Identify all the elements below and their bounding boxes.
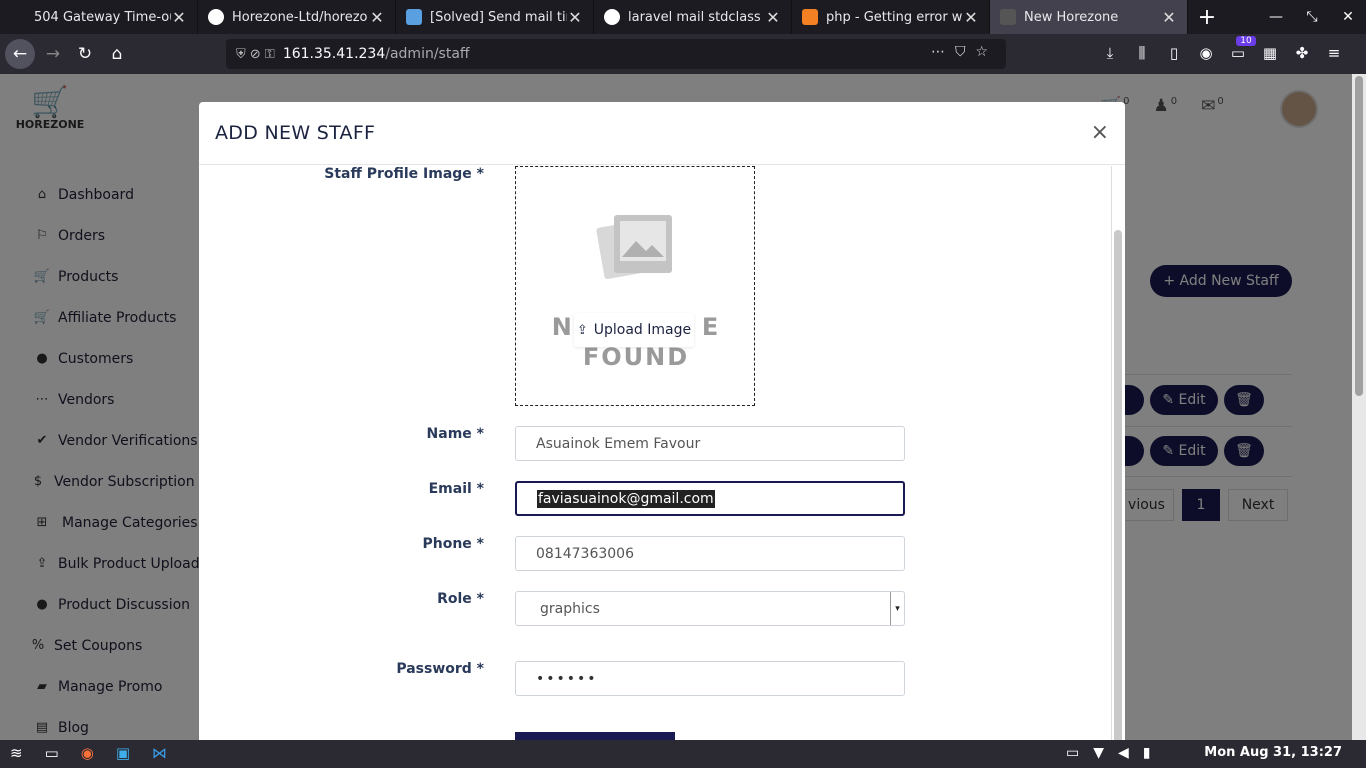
phone-value: 08147363006 <box>536 545 634 562</box>
browser-tab[interactable]: 504 Gateway Time-out ✕ <box>0 0 198 34</box>
taskbar-apps: ≋ ▭ ◉ ▣ ⋈ <box>10 744 167 762</box>
add-staff-modal: ADD NEW STAFF × Staff Profile Image * N E… <box>199 102 1125 740</box>
clock[interactable]: Mon Aug 31, 13:27 <box>1204 745 1342 760</box>
vscode-icon[interactable]: ⋈ <box>152 744 167 762</box>
page-scrollbar-thumb[interactable] <box>1355 76 1363 396</box>
role-value: graphics <box>540 600 600 617</box>
home-button[interactable]: ⌂ <box>102 39 132 69</box>
forward-button[interactable]: → <box>38 39 68 69</box>
app-menu-icon[interactable]: ≋ <box>10 744 23 762</box>
modal-scrollbar[interactable] <box>1111 166 1125 740</box>
extension-icon[interactable]: ▭ 10 <box>1228 36 1256 62</box>
name-field[interactable]: Asuainok Emem Favour <box>515 426 905 461</box>
sidebar-icon[interactable]: ▯ <box>1164 44 1184 62</box>
battery-icon[interactable]: ▮ <box>1143 745 1151 761</box>
password-label: Password * <box>396 661 484 677</box>
close-tab-icon[interactable]: ✕ <box>1161 8 1177 27</box>
phone-label: Phone * <box>422 536 484 552</box>
screenshot-icon[interactable]: ▣ <box>116 744 130 762</box>
library-icon[interactable]: ⫼ <box>1132 44 1152 62</box>
url-host: 161.35.41.234 <box>282 46 386 62</box>
modal-header: ADD NEW STAFF × <box>199 102 1125 165</box>
name-label: Name * <box>426 426 484 442</box>
browser-tab-bar: 504 Gateway Time-out ✕ Horezone-Ltd/hore… <box>0 0 1366 34</box>
close-tab-icon[interactable]: ✕ <box>765 8 781 27</box>
tab-title: php - Getting error wh <box>826 9 963 25</box>
puzzle-icon[interactable]: ✤ <box>1292 44 1312 62</box>
browser-tab-active[interactable]: New Horezone ✕ <box>990 0 1188 34</box>
no-image-found-text: FOUND <box>582 343 690 371</box>
modal-scrollbar-thumb[interactable] <box>1114 230 1122 740</box>
github-icon <box>208 9 224 25</box>
security-icon[interactable]: ⛨ ⊘ ⚿ <box>236 47 275 62</box>
close-icon[interactable]: × <box>1091 120 1109 145</box>
tab-title: 504 Gateway Time-out <box>34 9 171 25</box>
close-tab-icon[interactable]: ✕ <box>963 8 979 27</box>
tab-title: laravel mail stdclass - <box>628 9 765 25</box>
no-image-text-start: N <box>551 313 574 341</box>
volume-icon[interactable]: ◀ <box>1118 745 1129 761</box>
profile-image-label: Staff Profile Image * <box>324 166 484 182</box>
name-value: Asuainok Emem Favour <box>536 435 701 452</box>
browser-tab[interactable]: [Solved] Send mail tin ✕ <box>396 0 594 34</box>
google-icon <box>604 9 620 25</box>
browser-nav-bar: ← → ↻ ⌂ ⛨ ⊘ ⚿ 161.35.41.234/admin/staff … <box>0 34 1366 74</box>
upload-image-label: Upload Image <box>593 322 692 338</box>
web-page: 🛒 HOREZONE 🛒0 ♟0 ✉0 ⌂Dashboard ⚐Orders 🛒… <box>0 74 1366 740</box>
back-button[interactable]: ← <box>5 39 35 69</box>
restore-icon[interactable]: ⤡ <box>1294 0 1330 34</box>
email-value: faviasuainok@gmail.com <box>537 489 715 508</box>
role-label: Role * <box>437 591 484 607</box>
firefox-icon[interactable]: ◉ <box>81 744 94 762</box>
submit-button[interactable] <box>515 732 675 740</box>
modal-title: ADD NEW STAFF <box>215 122 376 144</box>
url-bar[interactable]: ⛨ ⊘ ⚿ 161.35.41.234/admin/staff ⋯⛉☆ <box>226 39 1006 69</box>
account-icon[interactable]: ◉ <box>1196 44 1216 62</box>
close-tab-icon[interactable]: ✕ <box>369 8 385 27</box>
os-taskbar: ≋ ▭ ◉ ▣ ⋈ ▭ ▼ ◀ ▮ Mon Aug 31, 13:27 <box>0 740 1366 768</box>
download-icon[interactable]: ⤓ <box>1100 44 1120 62</box>
browser-tab[interactable]: php - Getting error wh ✕ <box>792 0 990 34</box>
window-controls: — ⤡ ✕ <box>1258 0 1366 34</box>
close-tab-icon[interactable]: ✕ <box>567 8 583 27</box>
email-label: Email * <box>428 481 484 497</box>
email-field[interactable]: faviasuainok@gmail.com <box>515 481 905 516</box>
phone-field[interactable]: 08147363006 <box>515 536 905 571</box>
browser-tab[interactable]: Horezone-Ltd/horezo ✕ <box>198 0 396 34</box>
image-placeholder-icon <box>596 215 672 279</box>
upload-image-button[interactable]: ⇪ Upload Image <box>574 313 694 347</box>
close-tab-icon[interactable]: ✕ <box>171 8 187 27</box>
stackoverflow-icon <box>802 9 818 25</box>
grid-icon[interactable]: ▦ <box>1260 44 1280 62</box>
tab-title: [Solved] Send mail tin <box>430 9 567 25</box>
extension-badge: 10 <box>1236 36 1256 46</box>
files-icon[interactable]: ▭ <box>45 744 59 762</box>
password-field[interactable]: •••••• <box>515 661 905 696</box>
system-tray: ▭ ▼ ◀ ▮ <box>1066 745 1151 761</box>
chevron-down-icon[interactable]: ▾ <box>890 592 904 625</box>
favicon-icon <box>1000 9 1016 25</box>
password-value: •••••• <box>536 670 598 687</box>
minimize-icon[interactable]: — <box>1258 0 1294 34</box>
tab-title: New Horezone <box>1024 9 1119 25</box>
wifi-icon[interactable]: ▼ <box>1093 745 1104 761</box>
page-actions-icon[interactable]: ⋯⛉☆ <box>931 44 998 60</box>
new-tab-button[interactable]: + <box>1192 0 1222 34</box>
favicon-icon <box>406 9 422 25</box>
upload-icon: ⇪ <box>576 322 588 338</box>
role-select[interactable]: graphics ▾ <box>515 591 905 626</box>
favicon-icon <box>10 9 26 25</box>
url-path: /admin/staff <box>385 46 470 62</box>
toolbar-icons: ⤓ ⫼ ▯ ◉ ▭ 10 ▦ ✤ ≡ <box>1100 36 1344 62</box>
tab-title: Horezone-Ltd/horezo <box>232 9 368 25</box>
reload-button[interactable]: ↻ <box>70 39 100 69</box>
page-scrollbar[interactable] <box>1352 74 1366 740</box>
no-image-text-end: E <box>701 313 721 341</box>
menu-icon[interactable]: ≡ <box>1324 44 1344 62</box>
profile-image-dropzone[interactable]: N E FOUND ⇪ Upload Image <box>515 166 755 406</box>
display-icon[interactable]: ▭ <box>1066 745 1079 761</box>
browser-tab[interactable]: laravel mail stdclass - ✕ <box>594 0 792 34</box>
close-window-icon[interactable]: ✕ <box>1330 0 1366 34</box>
